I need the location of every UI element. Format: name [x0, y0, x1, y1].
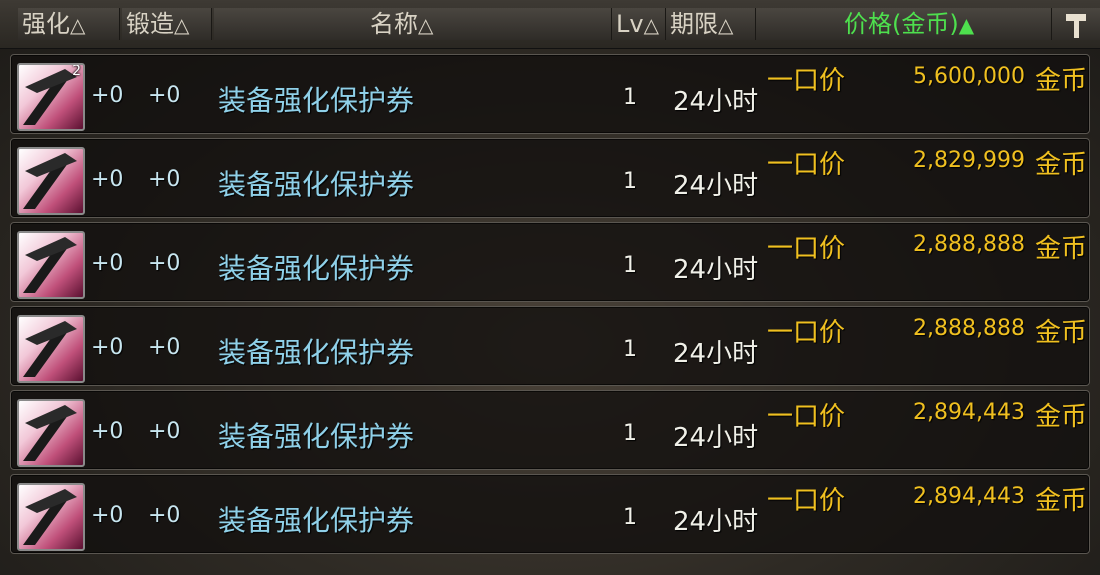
currency-label: 金币 — [1034, 318, 1087, 348]
enhance-header-label: 强化 — [22, 10, 70, 38]
item-name[interactable]: 装备强化保护券 — [218, 79, 414, 119]
listing-duration: 24小时 — [673, 507, 759, 537]
forge-level: +0 — [148, 503, 181, 528]
sort-asc-icon: △ — [70, 13, 86, 37]
listing-duration: 24小时 — [673, 87, 759, 117]
sort-forge-header[interactable]: 锻造△ — [122, 8, 212, 40]
protection-ticket-icon[interactable] — [17, 147, 85, 215]
sort-asc-icon: △ — [718, 13, 734, 37]
enhance-level: +0 — [91, 83, 124, 108]
price-type-label: 一口价 — [767, 402, 846, 432]
forge-header-label: 锻造 — [126, 10, 174, 38]
sort-level-header[interactable]: Lv△ — [612, 8, 666, 40]
sort-asc-icon: △ — [418, 13, 434, 37]
price-value: 2,829,999 — [913, 148, 1025, 173]
sort-asc-icon: △ — [643, 13, 659, 37]
price-value: 2,894,443 — [913, 400, 1025, 425]
forge-level: +0 — [148, 335, 181, 360]
price-value: 2,894,443 — [913, 484, 1025, 509]
sort-active-icon: ▲ — [958, 13, 975, 37]
currency-label: 金币 — [1034, 66, 1087, 96]
item-name[interactable]: 装备强化保护券 — [218, 247, 414, 287]
price-type-label: 一口价 — [767, 234, 846, 264]
item-name[interactable]: 装备强化保护券 — [218, 415, 414, 455]
name-header-label: 名称 — [370, 10, 418, 38]
listing-duration: 24小时 — [673, 255, 759, 285]
enhance-level: +0 — [91, 335, 124, 360]
duration-header-label: 期限 — [670, 10, 718, 38]
price-value: 2,888,888 — [913, 316, 1025, 341]
item-level: 1 — [623, 337, 637, 362]
price-type-label: 一口价 — [767, 150, 846, 180]
price-type-label: 一口价 — [767, 318, 846, 348]
forge-level: +0 — [148, 167, 181, 192]
currency-label: 金币 — [1034, 402, 1087, 432]
sort-asc-icon: △ — [174, 13, 190, 37]
forge-level: +0 — [148, 251, 181, 276]
protection-ticket-icon[interactable] — [17, 483, 85, 551]
price-value: 2,888,888 — [913, 232, 1025, 257]
sort-price-header[interactable]: 价格(金币)▲ — [756, 8, 1052, 40]
protection-ticket-icon[interactable] — [17, 231, 85, 299]
price-type-label: 一口价 — [767, 486, 846, 516]
listing-row[interactable]: +0 +0 装备强化保护券 1 24小时 一口价 2,888,888 金币 — [10, 306, 1090, 386]
currency-label: 金币 — [1034, 150, 1087, 180]
listing-duration: 24小时 — [673, 339, 759, 369]
enhance-level: +0 — [91, 503, 124, 528]
sort-duration-header[interactable]: 期限△ — [666, 8, 756, 40]
listing-row[interactable]: +0 +0 装备强化保护券 1 24小时 一口价 2,888,888 金币 — [10, 222, 1090, 302]
listing-row[interactable]: +0 +0 装备强化保护券 1 24小时 一口价 2,894,443 金币 — [10, 390, 1090, 470]
forge-level: +0 — [148, 419, 181, 444]
listing-row[interactable]: +0 +0 装备强化保护券 1 24小时 一口价 2,829,999 金币 — [10, 138, 1090, 218]
sort-enhance-header[interactable]: 强化△ — [18, 8, 120, 40]
item-level: 1 — [623, 169, 637, 194]
item-level: 1 — [623, 505, 637, 530]
protection-ticket-icon[interactable] — [17, 399, 85, 467]
item-name[interactable]: 装备强化保护券 — [218, 331, 414, 371]
currency-label: 金币 — [1034, 234, 1087, 264]
item-level: 1 — [623, 85, 637, 110]
listing-row[interactable]: +0 +0 装备强化保护券 1 24小时 一口价 2,894,443 金币 — [10, 474, 1090, 554]
price-header-label: 价格(金币) — [844, 10, 959, 38]
price-value: 5,600,000 — [913, 64, 1025, 89]
sort-name-header[interactable]: 名称△ — [214, 8, 612, 40]
enhance-level: +0 — [91, 251, 124, 276]
price-type-label: 一口价 — [767, 66, 846, 96]
stack-count: 2 — [72, 63, 81, 79]
item-level: 1 — [623, 421, 637, 446]
item-name[interactable]: 装备强化保护券 — [218, 163, 414, 203]
item-level: 1 — [623, 253, 637, 278]
level-header-label: Lv — [616, 10, 644, 38]
enhance-level: +0 — [91, 419, 124, 444]
currency-label: 金币 — [1034, 486, 1087, 516]
listing-duration: 24小时 — [673, 423, 759, 453]
listing-duration: 24小时 — [673, 171, 759, 201]
protection-ticket-icon[interactable]: 2 — [17, 63, 85, 131]
auction-table-header: 强化△ 锻造△ 名称△ Lv△ 期限△ 价格(金币)▲ — [0, 0, 1100, 49]
hammer-icon[interactable] — [1052, 8, 1100, 40]
forge-level: +0 — [148, 83, 181, 108]
listing-row[interactable]: 2 +0 +0 装备强化保护券 1 24小时 一口价 5,600,000 金币 — [10, 54, 1090, 134]
enhance-level: +0 — [91, 167, 124, 192]
protection-ticket-icon[interactable] — [17, 315, 85, 383]
item-name[interactable]: 装备强化保护券 — [218, 499, 414, 539]
